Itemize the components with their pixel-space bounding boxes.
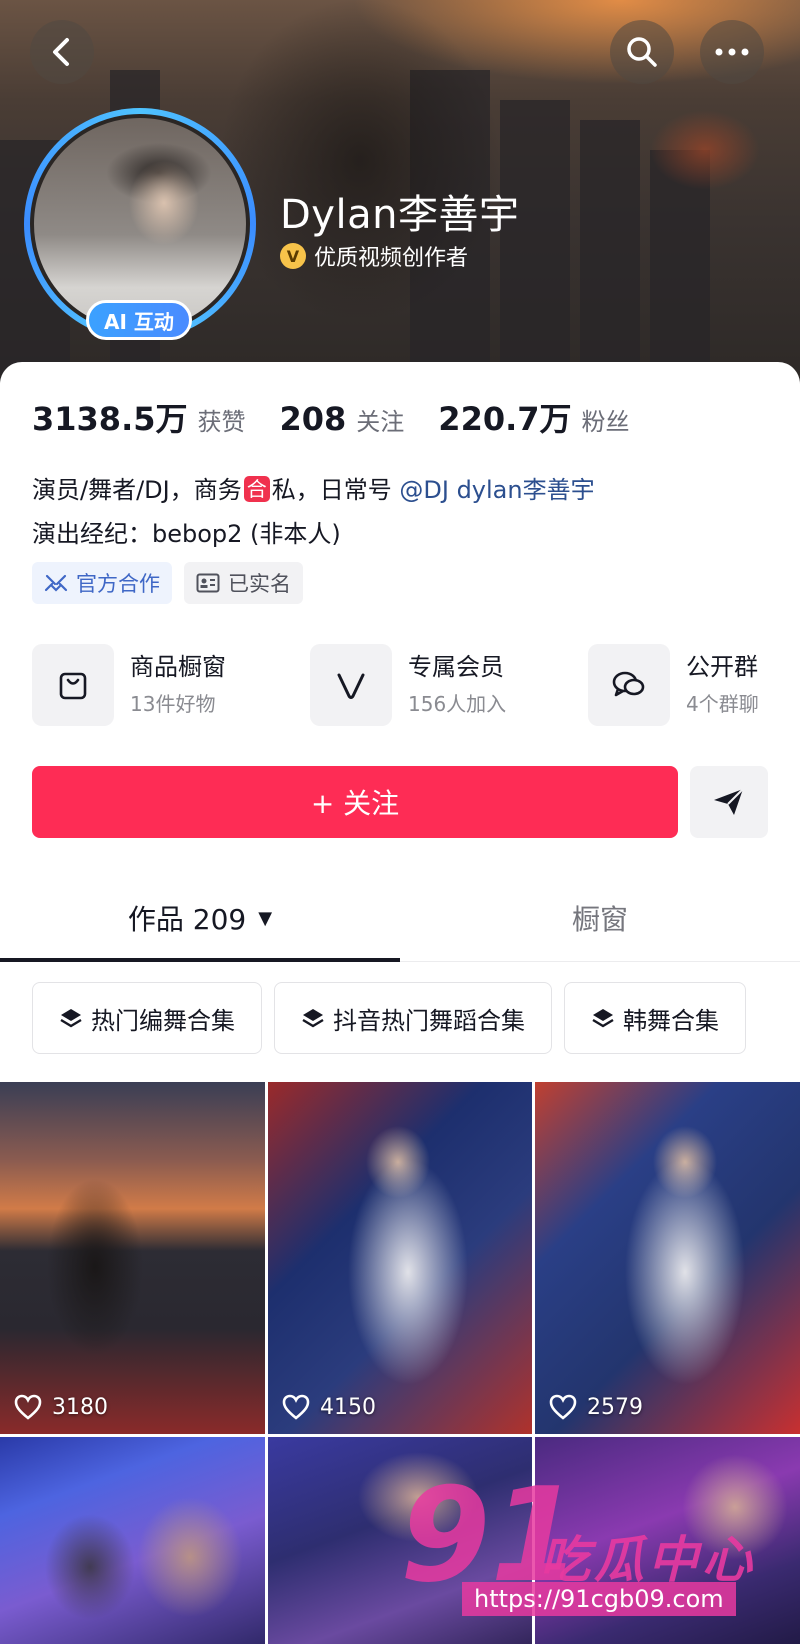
likes-count[interactable]: 3138.5万: [32, 394, 188, 440]
video-thumbnail[interactable]: 2579: [535, 1082, 800, 1434]
back-button[interactable]: [30, 20, 94, 84]
bio-line-1: 演员/舞者/DJ，商务合私，日常号 @DJ dylan李善宇: [32, 468, 595, 512]
feature-title: 商品橱窗: [130, 653, 226, 681]
like-count: 4150: [320, 1394, 376, 1420]
follow-button[interactable]: + 关注: [32, 766, 678, 838]
share-button[interactable]: [690, 766, 768, 838]
like-count: 2579: [587, 1394, 643, 1420]
follow-button-label: + 关注: [310, 787, 400, 820]
bio-text: 私，日常号: [271, 476, 400, 504]
following-count[interactable]: 208: [280, 400, 347, 438]
feature-subtitle: 13件好物: [130, 692, 216, 716]
collection-chip[interactable]: 抖音热门舞蹈合集: [274, 982, 552, 1054]
bio-line-2: 演出经纪：bebop2 (非本人): [32, 520, 341, 548]
more-button[interactable]: [700, 20, 764, 84]
feature-subtitle: 156人加入: [408, 692, 507, 716]
layers-icon: [302, 1009, 324, 1028]
feature-title: 专属会员: [408, 653, 504, 681]
tab-shop-window[interactable]: 橱窗: [400, 874, 800, 962]
tag-real-name[interactable]: 已实名: [184, 562, 303, 604]
feature-entries: 商品橱窗 13件好物 专属会员 156人加入 公开群 4个群聊: [32, 644, 800, 728]
heart-icon: [14, 1394, 42, 1420]
profile-tags: 官方合作 已实名: [32, 562, 303, 604]
tab-label: 作品 209: [127, 903, 247, 936]
heart-icon: [549, 1394, 577, 1420]
caret-down-icon: ▼: [258, 907, 273, 929]
profile-header-background: AI 互动 Dylan李善宇 V 优质视频创作者: [0, 0, 800, 400]
id-card-icon: [196, 573, 220, 593]
collections-row: 热门编舞合集 抖音热门舞蹈合集 韩舞合集: [32, 982, 746, 1054]
profile-stats: 3138.5万 获赞 208 关注 220.7万 粉丝: [32, 394, 664, 440]
search-button[interactable]: [610, 20, 674, 84]
feature-subtitle: 4个群聊: [686, 692, 759, 716]
video-thumbnail[interactable]: [0, 1437, 265, 1644]
like-count-row: 4150: [282, 1394, 376, 1420]
likes-label: 获赞: [197, 408, 246, 436]
tag-official-cooperation[interactable]: 官方合作: [32, 562, 172, 604]
feature-public-group[interactable]: 公开群 4个群聊: [588, 644, 759, 726]
shopping-bag-icon: [32, 644, 114, 726]
ai-interact-badge[interactable]: AI 互动: [86, 300, 192, 340]
verified-row: V 优质视频创作者: [280, 240, 468, 272]
followers-label: 粉丝: [581, 408, 630, 436]
like-count: 3180: [52, 1394, 108, 1420]
followers-count[interactable]: 220.7万: [438, 394, 571, 440]
chat-bubbles-icon: [588, 644, 670, 726]
v-member-icon: [310, 644, 392, 726]
profile-username: Dylan李善宇: [280, 192, 520, 238]
video-thumbnail[interactable]: [535, 1437, 800, 1644]
heart-icon: [282, 1394, 310, 1420]
tag-label: 官方合作: [76, 572, 160, 596]
more-dots-icon: [715, 48, 749, 56]
collection-chip[interactable]: 热门编舞合集: [32, 982, 262, 1054]
bio-text: 演员/舞者/DJ，商务: [32, 476, 242, 504]
feature-membership[interactable]: 专属会员 156人加入: [310, 644, 506, 726]
content-tabs: 作品 209 ▼ 橱窗: [0, 874, 800, 962]
tab-works[interactable]: 作品 209 ▼: [0, 874, 400, 962]
collection-label: 抖音热门舞蹈合集: [333, 1006, 525, 1035]
bio-mention-link[interactable]: @DJ dylan李善宇: [399, 476, 594, 504]
video-thumbnail[interactable]: 3180: [0, 1082, 265, 1434]
following-label: 关注: [356, 408, 405, 436]
layers-icon: [592, 1009, 614, 1028]
he-emoji-icon: 合: [243, 476, 270, 502]
back-arrow-icon: [53, 38, 69, 66]
profile-card: 3138.5万 获赞 208 关注 220.7万 粉丝 演员/舞者/DJ，商务合…: [0, 362, 800, 1644]
send-arrow-icon: [714, 788, 744, 815]
video-thumbnail[interactable]: [268, 1437, 532, 1644]
tab-label: 橱窗: [571, 903, 628, 936]
collection-label: 韩舞合集: [623, 1006, 719, 1035]
verified-label: 优质视频创作者: [314, 246, 469, 271]
verified-v-icon: V: [280, 243, 306, 269]
feature-title: 公开群: [686, 653, 758, 681]
search-icon: [627, 37, 657, 67]
profile-bio: 演员/舞者/DJ，商务合私，日常号 @DJ dylan李善宇 演出经纪：bebo…: [32, 468, 595, 556]
layers-icon: [60, 1009, 82, 1028]
tab-active-indicator: [0, 958, 400, 962]
feature-shop-window[interactable]: 商品橱窗 13件好物: [32, 644, 226, 726]
collection-chip[interactable]: 韩舞合集: [564, 982, 746, 1054]
tag-label: 已实名: [228, 572, 291, 596]
handshake-icon: [44, 574, 68, 592]
like-count-row: 2579: [549, 1394, 643, 1420]
collection-label: 热门编舞合集: [91, 1006, 235, 1035]
like-count-row: 3180: [14, 1394, 108, 1420]
video-thumbnail[interactable]: 4150: [268, 1082, 532, 1434]
